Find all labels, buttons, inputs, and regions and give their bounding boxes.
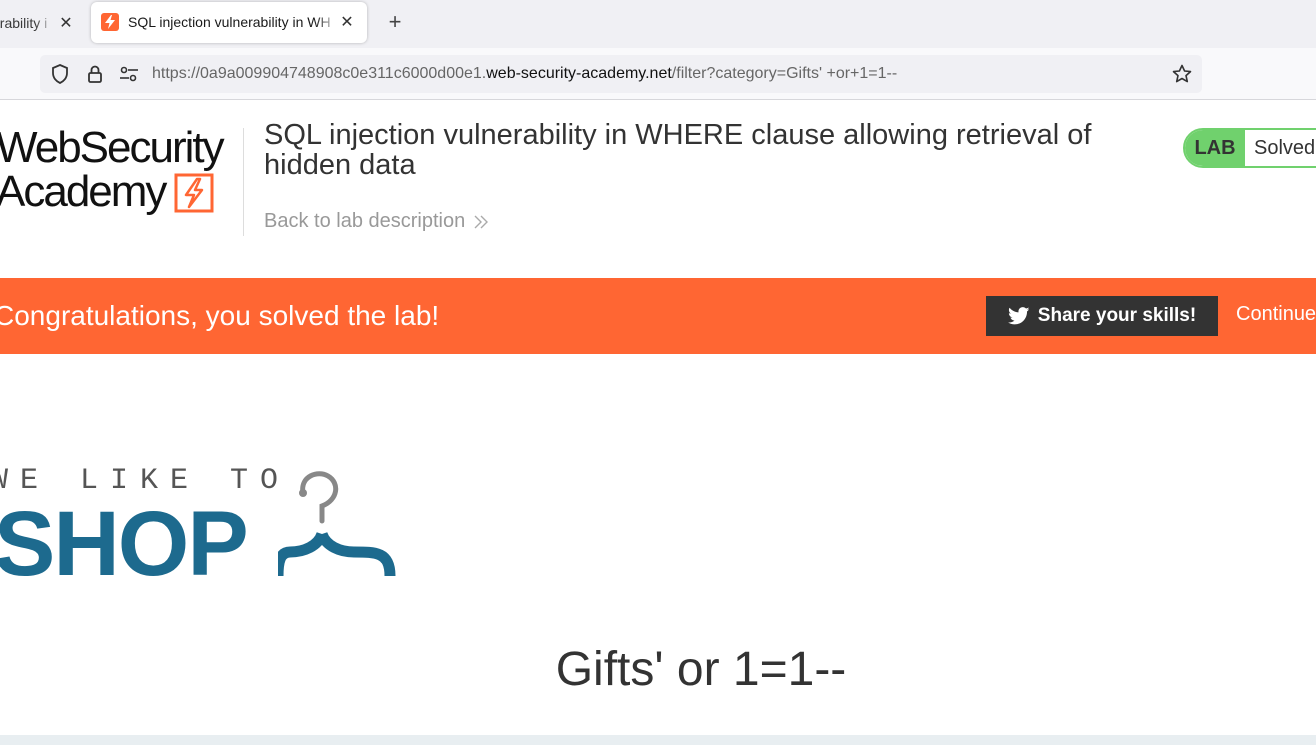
- double-chevron-right-icon: [474, 215, 489, 228]
- tab-active[interactable]: SQL injection vulnerability in WH ✕: [91, 2, 367, 43]
- shop-word: SHOP: [0, 493, 249, 595]
- twitter-icon: [1007, 307, 1030, 325]
- url-text[interactable]: https://0a9a009904748908c0e311c6000d00e1…: [152, 65, 897, 83]
- congratulations-message: Congratulations, you solved the lab!: [0, 300, 440, 331]
- tab-title: erability i: [0, 15, 48, 31]
- navigation-bar: https://0a9a009904748908c0e311c6000d00e1…: [0, 48, 1316, 100]
- back-link-label: Back to lab description: [264, 210, 466, 232]
- url-host: web-security-academy.net: [486, 65, 672, 82]
- share-skills-button[interactable]: Share your skills!: [986, 296, 1218, 336]
- burp-favicon-icon: [101, 13, 119, 31]
- tab-title: SQL injection vulnerability in WH: [128, 14, 331, 30]
- lab-title: SQL injection vulnerability in WHERE cla…: [264, 119, 1092, 181]
- hanger-icon: [278, 471, 396, 577]
- bookmark-star-icon[interactable]: [1171, 63, 1193, 85]
- close-icon[interactable]: ✕: [337, 12, 357, 32]
- share-button-label: Share your skills!: [1037, 305, 1197, 326]
- lab-status-text: Solved: [1245, 130, 1316, 166]
- tab-strip: erability i ✕ SQL injection vulnerabilit…: [0, 0, 1316, 48]
- close-icon[interactable]: ✕: [56, 13, 76, 33]
- logo-line-2: Academy: [0, 167, 167, 216]
- shop-logo[interactable]: WE LIKE TO SHOP: [0, 462, 430, 595]
- shield-icon[interactable]: [49, 63, 71, 85]
- header-divider: [243, 128, 244, 236]
- url-prefix: https://0a9a009904748908c0e311c6000d00e1…: [152, 65, 487, 82]
- lab-status-badge: LAB Solved: [1183, 128, 1316, 168]
- solved-banner: Congratulations, you solved the lab! Sha…: [0, 278, 1316, 354]
- url-path: /filter?category=Gifts' +or+1=1--: [671, 65, 898, 82]
- web-security-academy-logo[interactable]: WebSecurity Academy: [0, 124, 241, 220]
- logo-line-1: WebSecurity: [0, 123, 225, 172]
- permissions-icon[interactable]: [118, 63, 140, 85]
- lab-badge-label: LAB: [1185, 130, 1245, 166]
- logo-bolt-icon: [174, 173, 214, 213]
- back-to-lab-description-link[interactable]: Back to lab description: [264, 210, 489, 233]
- url-bar[interactable]: https://0a9a009904748908c0e311c6000d00e1…: [40, 55, 1202, 93]
- continue-link[interactable]: Continue: [1236, 303, 1316, 326]
- product-list-strip: [0, 735, 1316, 745]
- lock-icon[interactable]: [84, 63, 106, 85]
- category-heading: Gifts' or 1=1--: [555, 643, 847, 696]
- tab-previous[interactable]: erability i ✕: [0, 6, 86, 42]
- new-tab-button[interactable]: +: [383, 9, 407, 34]
